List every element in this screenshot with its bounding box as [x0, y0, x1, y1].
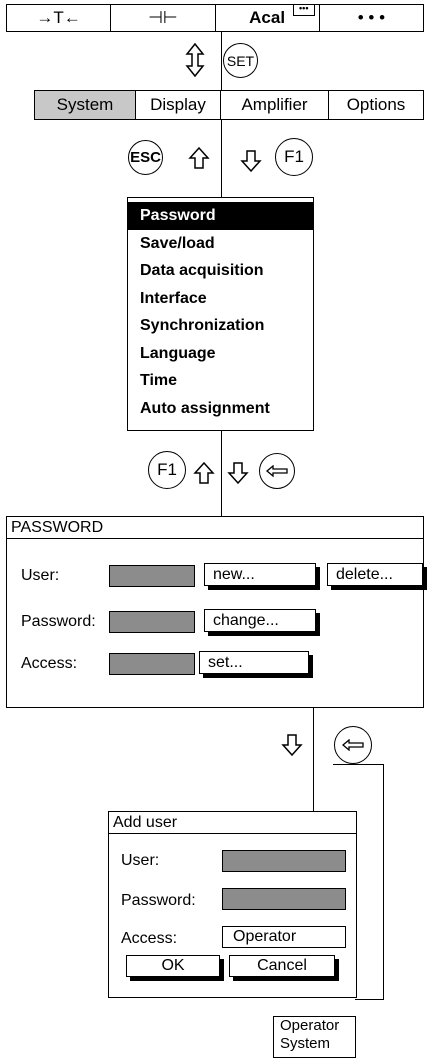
- dropdown-item-save-load[interactable]: Save/load: [128, 230, 313, 258]
- system-dropdown-menu: Password Save/load Data acquisition Inte…: [127, 197, 314, 431]
- acal-badge: •••: [292, 4, 315, 16]
- dropdown-item-data-acquisition[interactable]: Data acquisition: [128, 257, 313, 285]
- up-down-arrow-icon: [185, 42, 205, 78]
- enter-button[interactable]: [259, 453, 295, 489]
- user-field[interactable]: [109, 565, 195, 587]
- f1-button[interactable]: F1: [148, 451, 186, 489]
- down-arrow-icon: [281, 734, 303, 757]
- connector-line: [221, 431, 222, 516]
- connector-line: [333, 764, 383, 765]
- connector-line: [383, 764, 384, 1000]
- toolbar-tare-button[interactable]: →T←: [7, 5, 112, 31]
- connector-line: [221, 120, 222, 197]
- set-access-label: set...: [208, 653, 243, 671]
- enter-arrow-icon: [266, 465, 288, 477]
- new-user-button[interactable]: new...: [204, 563, 316, 586]
- dropdown-item-interface[interactable]: Interface: [128, 285, 313, 313]
- access-option-operator[interactable]: Operator: [280, 1017, 355, 1035]
- menu-item-display[interactable]: Display: [136, 91, 221, 119]
- access-label: Access:: [21, 655, 78, 672]
- change-password-label: change...: [213, 611, 279, 629]
- add-user-panel: Add user User: Password: Access: Operato…: [108, 811, 357, 998]
- dropdown-item-auto-assignment[interactable]: Auto assignment: [128, 395, 313, 423]
- add-user-access-select[interactable]: Operator: [222, 926, 346, 948]
- delete-user-label: delete...: [336, 565, 393, 583]
- ok-label: OK: [161, 957, 185, 974]
- esc-label: ESC: [130, 149, 161, 166]
- password-panel-title: PASSWORD: [7, 517, 423, 539]
- down-arrow-icon: [227, 462, 249, 485]
- menu-item-amplifier[interactable]: Amplifier: [221, 91, 329, 119]
- password-field[interactable]: [109, 611, 195, 633]
- f1-label: F1: [284, 147, 304, 166]
- add-user-password-field[interactable]: [222, 888, 346, 910]
- menu-bar: System Display Amplifier Options: [34, 90, 424, 120]
- ok-button[interactable]: OK: [126, 955, 220, 977]
- dropdown-item-time[interactable]: Time: [128, 367, 313, 395]
- acal-label: Acal: [249, 8, 286, 27]
- set-access-button[interactable]: set...: [199, 651, 309, 674]
- delete-user-button[interactable]: delete...: [327, 563, 423, 586]
- cancel-label: Cancel: [257, 957, 307, 974]
- enter-arrow-icon: [342, 739, 364, 751]
- up-arrow-icon: [193, 461, 215, 484]
- f1-label: F1: [157, 460, 177, 479]
- user-label: User:: [21, 567, 60, 584]
- cancel-button[interactable]: Cancel: [229, 955, 335, 977]
- connector-line: [221, 32, 222, 90]
- dropdown-item-password[interactable]: Password: [128, 202, 313, 230]
- connector-line: [355, 999, 384, 1000]
- access-field[interactable]: [109, 653, 195, 675]
- add-user-access-label: Access:: [121, 930, 178, 947]
- add-user-access-value: Operator: [233, 928, 297, 945]
- esc-button[interactable]: ESC: [128, 140, 163, 175]
- dropdown-item-synchronization[interactable]: Synchronization: [128, 312, 313, 340]
- add-user-user-field[interactable]: [222, 850, 346, 872]
- top-toolbar: →T← ⊣⊢ Acal ••• • • •: [6, 4, 424, 32]
- down-arrow-icon: [240, 150, 262, 173]
- password-panel: PASSWORD User: new... delete... Password…: [6, 516, 424, 708]
- up-arrow-icon: [188, 146, 210, 169]
- dropdown-item-language[interactable]: Language: [128, 340, 313, 368]
- password-label: Password:: [21, 613, 96, 630]
- set-button[interactable]: SET: [223, 43, 258, 78]
- new-user-label: new...: [213, 565, 255, 583]
- f1-button[interactable]: F1: [275, 138, 313, 176]
- toolbar-acal-button[interactable]: Acal •••: [216, 4, 320, 31]
- menu-item-system[interactable]: System: [35, 91, 136, 119]
- access-option-system[interactable]: System: [280, 1035, 355, 1053]
- access-options-list: Operator System: [273, 1016, 356, 1058]
- toolbar-more-button[interactable]: • • •: [320, 5, 423, 31]
- add-user-panel-title: Add user: [109, 812, 356, 834]
- change-password-button[interactable]: change...: [204, 609, 316, 632]
- connector-line: [313, 733, 314, 777]
- add-user-password-label: Password:: [121, 892, 196, 909]
- set-label: SET: [226, 52, 255, 69]
- menu-item-options[interactable]: Options: [329, 91, 423, 119]
- enter-button[interactable]: [334, 726, 372, 764]
- toolbar-zero-button[interactable]: ⊣⊢: [111, 5, 216, 31]
- add-user-user-label: User:: [121, 852, 160, 869]
